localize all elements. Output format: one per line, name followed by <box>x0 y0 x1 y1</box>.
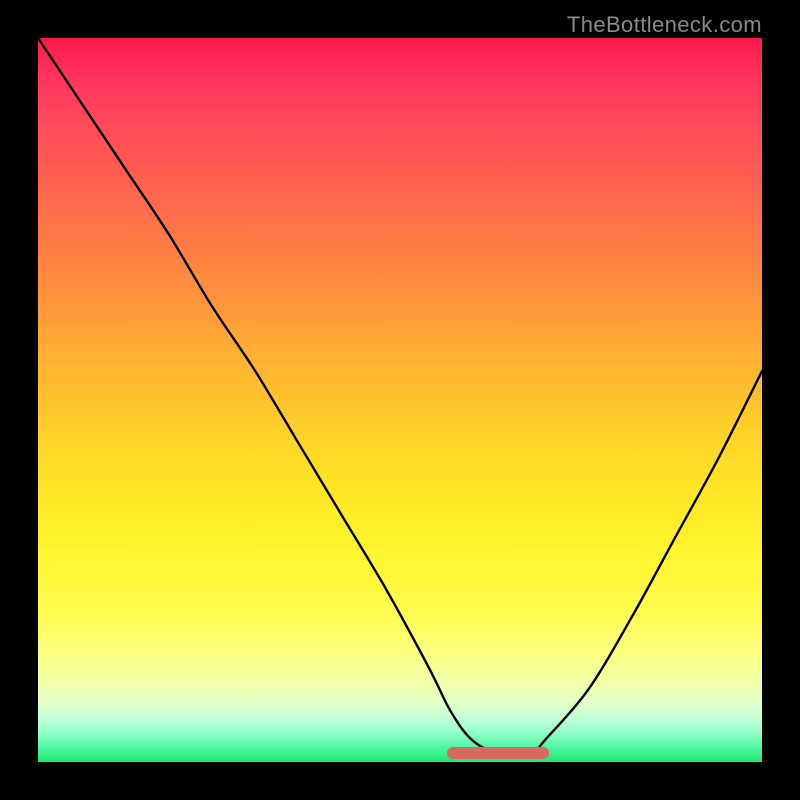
flat-region-marker <box>447 747 549 759</box>
watermark-text: TheBottleneck.com <box>567 12 762 38</box>
bottleneck-curve <box>38 38 762 757</box>
curve-svg <box>38 38 762 762</box>
chart-container: TheBottleneck.com <box>0 0 800 800</box>
plot-area <box>38 38 762 762</box>
